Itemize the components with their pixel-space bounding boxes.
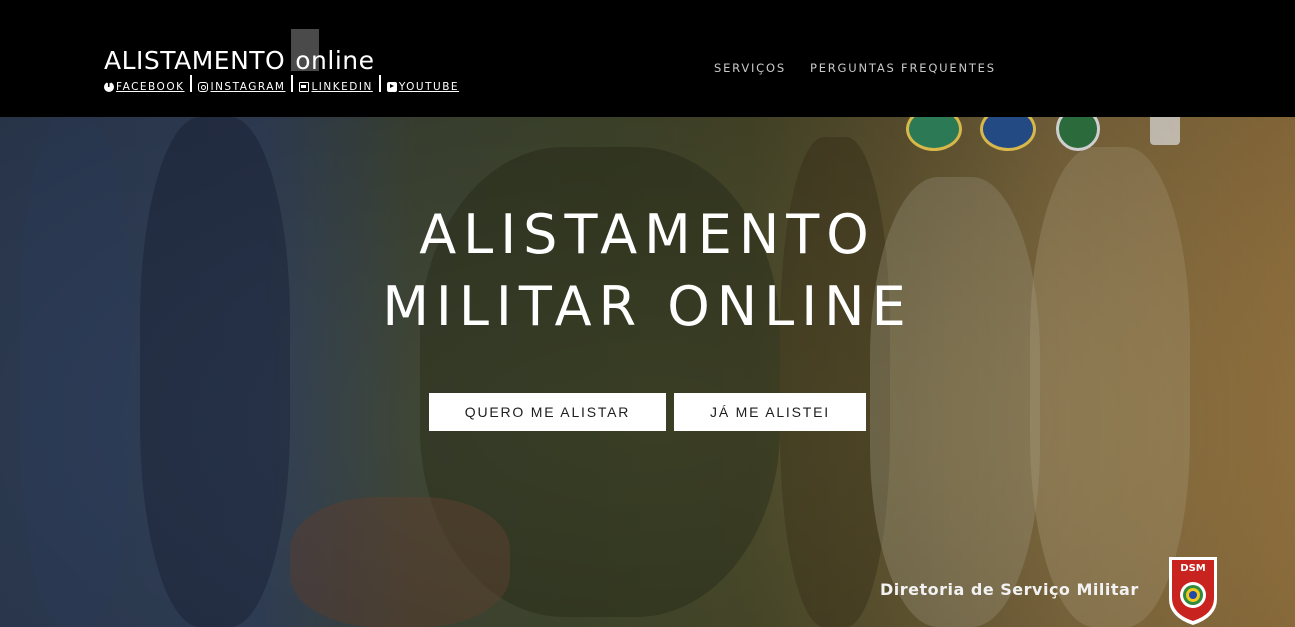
brand-main: ALISTAMENTO bbox=[104, 46, 286, 75]
instagram-link[interactable]: INSTAGRAM bbox=[198, 81, 285, 93]
hero-title-line2: MILITAR ONLINE bbox=[382, 275, 913, 338]
hero-banner: ALISTAMENTO MILITAR ONLINE QUERO ME ALIS… bbox=[0, 117, 1295, 627]
enlist-button[interactable]: QUERO ME ALISTAR bbox=[429, 393, 666, 431]
divider bbox=[291, 75, 294, 92]
nav-item-perguntas-frequentes[interactable]: PERGUNTAS FREQUENTES bbox=[810, 61, 996, 75]
youtube-link[interactable]: YOUTUBE bbox=[386, 81, 459, 93]
already-enlisted-button[interactable]: JÁ ME ALISTEI bbox=[674, 393, 866, 431]
social-links: FACEBOOK INSTAGRAM LINKEDIN YOUTUBE bbox=[104, 75, 459, 95]
divider bbox=[190, 75, 193, 92]
site-logo[interactable]: ALISTAMENTO online bbox=[104, 29, 375, 78]
instagram-icon bbox=[198, 81, 209, 92]
site-header: ALISTAMENTO online FACEBOOK INSTAGRAM LIN… bbox=[0, 0, 1295, 117]
dsm-shield-icon: DSM bbox=[1169, 557, 1217, 625]
facebook-link[interactable]: FACEBOOK bbox=[104, 80, 184, 93]
linkedin-link[interactable]: LINKEDIN bbox=[299, 81, 372, 93]
facebook-icon bbox=[104, 80, 114, 92]
main-nav: SERVIÇOS PERGUNTAS FREQUENTES bbox=[714, 61, 996, 75]
brand-sub: online bbox=[295, 46, 375, 75]
hero-overlay bbox=[0, 117, 1295, 627]
hero-title: ALISTAMENTO MILITAR ONLINE bbox=[0, 199, 1295, 343]
dsm-badge-text: DSM bbox=[1180, 563, 1206, 574]
linkedin-icon bbox=[299, 81, 310, 92]
insignia-emblem-icon bbox=[1150, 117, 1180, 145]
divider bbox=[378, 75, 381, 92]
nav-item-servicos[interactable]: SERVIÇOS bbox=[714, 61, 786, 75]
youtube-icon bbox=[386, 81, 397, 92]
dsm-caption: Diretoria de Serviço Militar bbox=[880, 580, 1139, 599]
hero-title-line1: ALISTAMENTO bbox=[419, 203, 876, 266]
